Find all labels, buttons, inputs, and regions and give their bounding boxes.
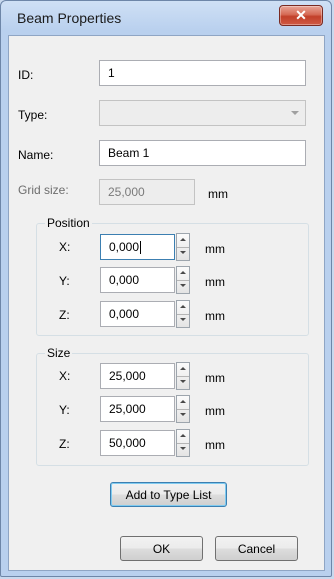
size-y-label: Y: bbox=[59, 403, 70, 417]
size-z-unit: mm bbox=[205, 438, 225, 452]
position-z-unit: mm bbox=[205, 309, 225, 323]
spin-down-icon[interactable] bbox=[177, 376, 189, 389]
spin-down-icon[interactable] bbox=[177, 314, 189, 327]
position-x-input[interactable]: 0,000 bbox=[100, 234, 175, 260]
size-y-input[interactable]: 25,000 bbox=[100, 396, 175, 422]
name-label: Name: bbox=[18, 148, 54, 162]
spin-down-icon[interactable] bbox=[177, 280, 189, 293]
size-z-input[interactable]: 50,000 bbox=[100, 430, 175, 456]
size-x-unit: mm bbox=[205, 371, 225, 385]
chevron-down-icon bbox=[291, 111, 299, 115]
position-group-title: Position bbox=[45, 216, 92, 230]
spin-up-icon[interactable] bbox=[177, 363, 189, 377]
position-z-label: Z: bbox=[59, 308, 70, 322]
close-button[interactable]: ✕ bbox=[279, 5, 323, 26]
spin-up-icon[interactable] bbox=[177, 234, 189, 248]
position-y-spinner[interactable] bbox=[176, 266, 190, 294]
cancel-button[interactable]: Cancel bbox=[215, 536, 298, 561]
name-field[interactable]: Beam 1 bbox=[99, 140, 306, 166]
text-caret bbox=[140, 241, 142, 255]
size-y-spinner[interactable] bbox=[176, 395, 190, 423]
title-bar[interactable]: Beam Properties ✕ bbox=[1, 1, 331, 35]
ok-button[interactable]: OK bbox=[120, 536, 203, 561]
position-z-spinner[interactable] bbox=[176, 300, 190, 328]
close-icon: ✕ bbox=[295, 7, 307, 23]
size-y-unit: mm bbox=[205, 404, 225, 418]
position-y-input[interactable]: 0,000 bbox=[100, 267, 175, 293]
position-x-spinner[interactable] bbox=[176, 233, 190, 261]
size-x-input[interactable]: 25,000 bbox=[100, 363, 175, 389]
position-y-label: Y: bbox=[59, 274, 70, 288]
position-y-unit: mm bbox=[205, 275, 225, 289]
id-field[interactable]: 1 bbox=[99, 60, 306, 86]
type-label: Type: bbox=[18, 108, 48, 122]
size-x-spinner[interactable] bbox=[176, 362, 190, 390]
size-x-label: X: bbox=[59, 369, 71, 383]
spin-down-icon[interactable] bbox=[177, 409, 189, 422]
spin-up-icon[interactable] bbox=[177, 267, 189, 281]
dialog-title: Beam Properties bbox=[17, 10, 122, 26]
spin-down-icon[interactable] bbox=[177, 247, 189, 260]
size-z-label: Z: bbox=[59, 437, 70, 451]
position-z-input[interactable]: 0,000 bbox=[100, 301, 175, 327]
size-z-spinner[interactable] bbox=[176, 429, 190, 457]
position-x-label: X: bbox=[59, 240, 71, 254]
beam-properties-dialog: Beam Properties ✕ ID: 1 Type: Name: Beam… bbox=[0, 0, 332, 577]
spin-up-icon[interactable] bbox=[177, 396, 189, 410]
type-dropdown[interactable] bbox=[99, 100, 306, 126]
size-group-title: Size bbox=[45, 346, 73, 360]
grid-size-field: 25,000 bbox=[99, 179, 195, 205]
spin-up-icon[interactable] bbox=[177, 430, 189, 444]
add-to-type-list-button[interactable]: Add to Type List bbox=[110, 482, 227, 507]
grid-size-unit: mm bbox=[208, 187, 228, 201]
dialog-body: ID: 1 Type: Name: Beam 1 Grid size: 25,0… bbox=[8, 35, 325, 571]
id-label: ID: bbox=[18, 68, 34, 82]
position-x-value: 0,000 bbox=[109, 240, 140, 254]
position-x-unit: mm bbox=[205, 242, 225, 256]
spin-down-icon[interactable] bbox=[177, 443, 189, 456]
spin-up-icon[interactable] bbox=[177, 301, 189, 315]
grid-size-label: Grid size: bbox=[18, 183, 69, 197]
